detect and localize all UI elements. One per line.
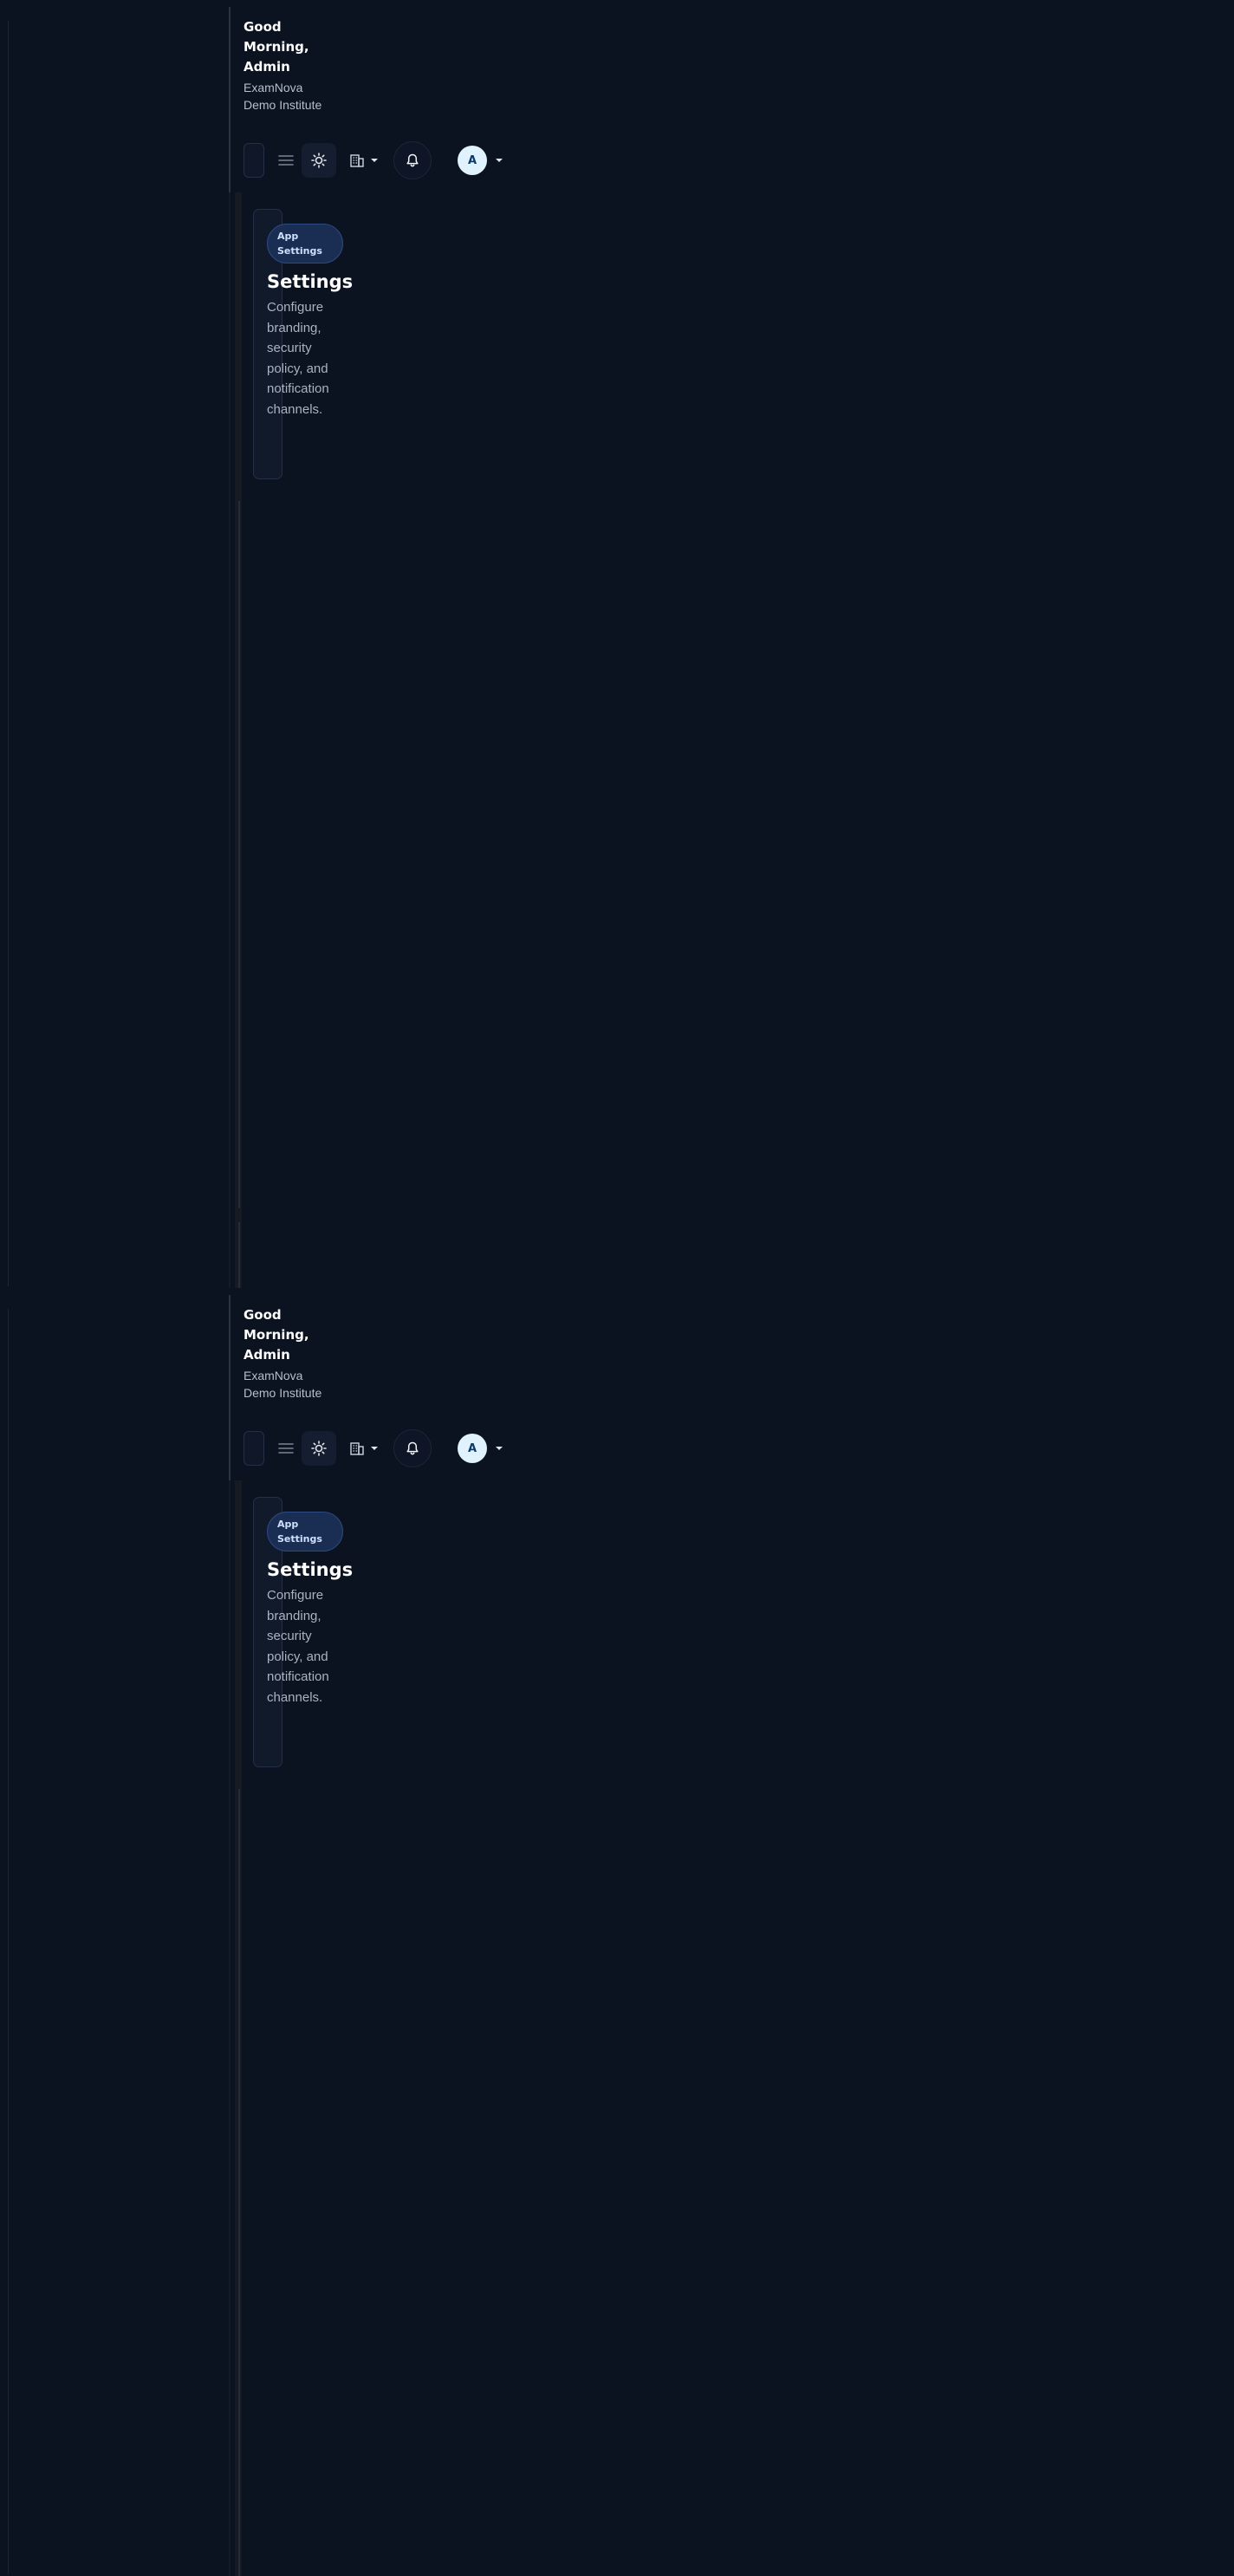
sidebar-edge xyxy=(8,1309,9,2574)
header-toolbar: A xyxy=(244,141,521,179)
avatar[interactable]: A xyxy=(458,1434,487,1463)
content-rail-line xyxy=(238,1789,240,2576)
page-title: Settings xyxy=(267,271,354,292)
notifications-button[interactable] xyxy=(393,1429,432,1467)
screen-frame-top: Good Morning, Admin ExamNova Demo Instit… xyxy=(0,0,1234,1288)
shell-divider-lower xyxy=(229,1480,231,2576)
profile-menu[interactable]: A xyxy=(458,146,503,175)
page-title: Settings xyxy=(267,1559,354,1580)
page-description: Configure branding, security policy, and… xyxy=(267,1588,329,1705)
caret-down-icon xyxy=(371,159,378,162)
theme-toggle-button[interactable] xyxy=(302,143,336,178)
screen-frame-bottom: Good Morning, Admin ExamNova Demo Instit… xyxy=(0,1288,1234,2576)
bell-icon xyxy=(406,1441,419,1455)
shell-divider xyxy=(229,1295,231,1480)
content-rail-line xyxy=(238,1222,240,1288)
page-description: Configure branding, security policy, and… xyxy=(267,300,329,417)
caret-down-icon xyxy=(496,1447,503,1450)
greeting-block: Good Morning, Admin ExamNova Demo Instit… xyxy=(244,17,330,114)
section-chip-label: App Settings xyxy=(277,1519,322,1545)
profile-menu[interactable]: A xyxy=(458,1434,503,1463)
theme-toggle-button[interactable] xyxy=(302,1431,336,1466)
building-icon xyxy=(350,154,364,167)
section-chip: App Settings xyxy=(267,224,343,263)
sun-icon xyxy=(311,153,327,168)
notifications-button[interactable] xyxy=(393,141,432,179)
greeting-block: Good Morning, Admin ExamNova Demo Instit… xyxy=(244,1305,330,1402)
shell-divider-lower xyxy=(229,192,231,1288)
greeting-title: Good Morning, Admin xyxy=(244,1307,309,1363)
building-icon xyxy=(350,1442,364,1455)
section-chip-label: App Settings xyxy=(277,231,322,257)
header-toolbar: A xyxy=(244,1429,521,1467)
sidebar-edge xyxy=(8,21,9,1286)
institute-name: ExamNova Demo Institute xyxy=(244,1369,322,1400)
menu-icon[interactable] xyxy=(277,152,295,169)
menu-icon[interactable] xyxy=(277,1440,295,1457)
institute-switcher[interactable] xyxy=(349,150,387,171)
sun-icon xyxy=(311,1441,327,1456)
greeting-title: Good Morning, Admin xyxy=(244,19,309,75)
caret-down-icon xyxy=(496,159,503,162)
section-chip: App Settings xyxy=(267,1512,343,1551)
search-input[interactable] xyxy=(244,1431,264,1466)
institute-name: ExamNova Demo Institute xyxy=(244,81,322,112)
search-input[interactable] xyxy=(244,143,264,178)
avatar[interactable]: A xyxy=(458,146,487,175)
content-rail-line xyxy=(238,501,240,1208)
institute-switcher[interactable] xyxy=(349,1438,387,1459)
caret-down-icon xyxy=(371,1447,378,1450)
shell-divider xyxy=(229,7,231,192)
bell-icon xyxy=(406,153,419,167)
